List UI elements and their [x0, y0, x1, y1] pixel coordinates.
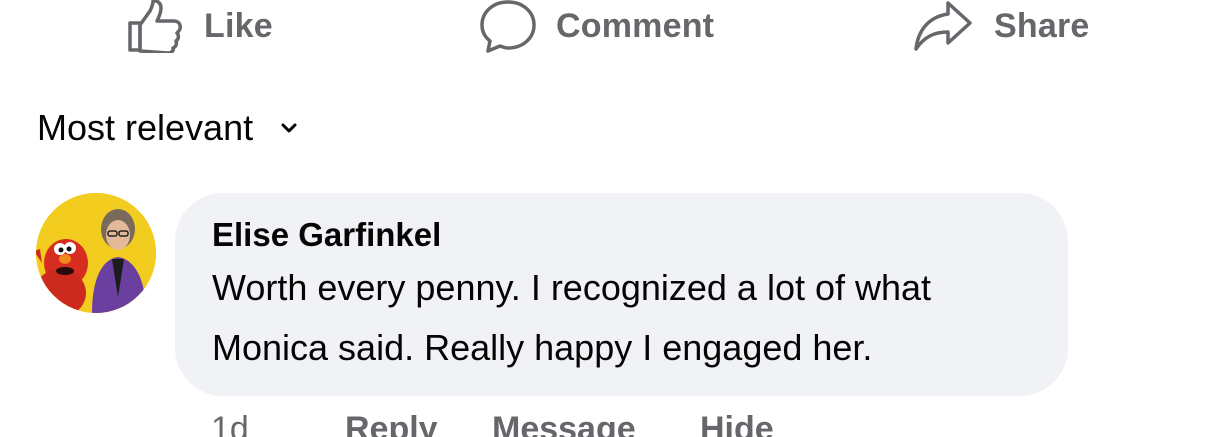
- avatar[interactable]: [36, 193, 156, 313]
- thumbs-up-icon: [126, 0, 184, 53]
- comments-section: Like Comment Share Most relevant Elise G…: [0, 0, 1206, 437]
- comment-text-line: Monica said. Really happy I engaged her.: [212, 327, 873, 368]
- like-button[interactable]: Like: [126, 0, 273, 53]
- comment-text: Worth every penny. I recognized a lot of…: [212, 258, 1052, 378]
- comment-text-line: Worth every penny. I recognized a lot of…: [212, 267, 932, 308]
- like-label: Like: [204, 6, 273, 45]
- message-button[interactable]: Message: [492, 410, 636, 437]
- comment-sort-dropdown[interactable]: Most relevant: [37, 104, 297, 152]
- comment-label: Comment: [556, 6, 715, 45]
- comment-timestamp[interactable]: 1d: [211, 410, 249, 437]
- comment-author[interactable]: Elise Garfinkel: [212, 216, 441, 254]
- share-label: Share: [994, 6, 1090, 45]
- reply-button[interactable]: Reply: [345, 410, 438, 437]
- share-button[interactable]: Share: [912, 0, 1090, 52]
- sort-label: Most relevant: [37, 107, 254, 148]
- hide-button[interactable]: Hide: [700, 410, 774, 437]
- chevron-down-icon: [281, 122, 297, 134]
- speech-bubble-icon: [478, 0, 538, 53]
- share-arrow-icon: [912, 0, 974, 53]
- comment-button[interactable]: Comment: [478, 0, 715, 53]
